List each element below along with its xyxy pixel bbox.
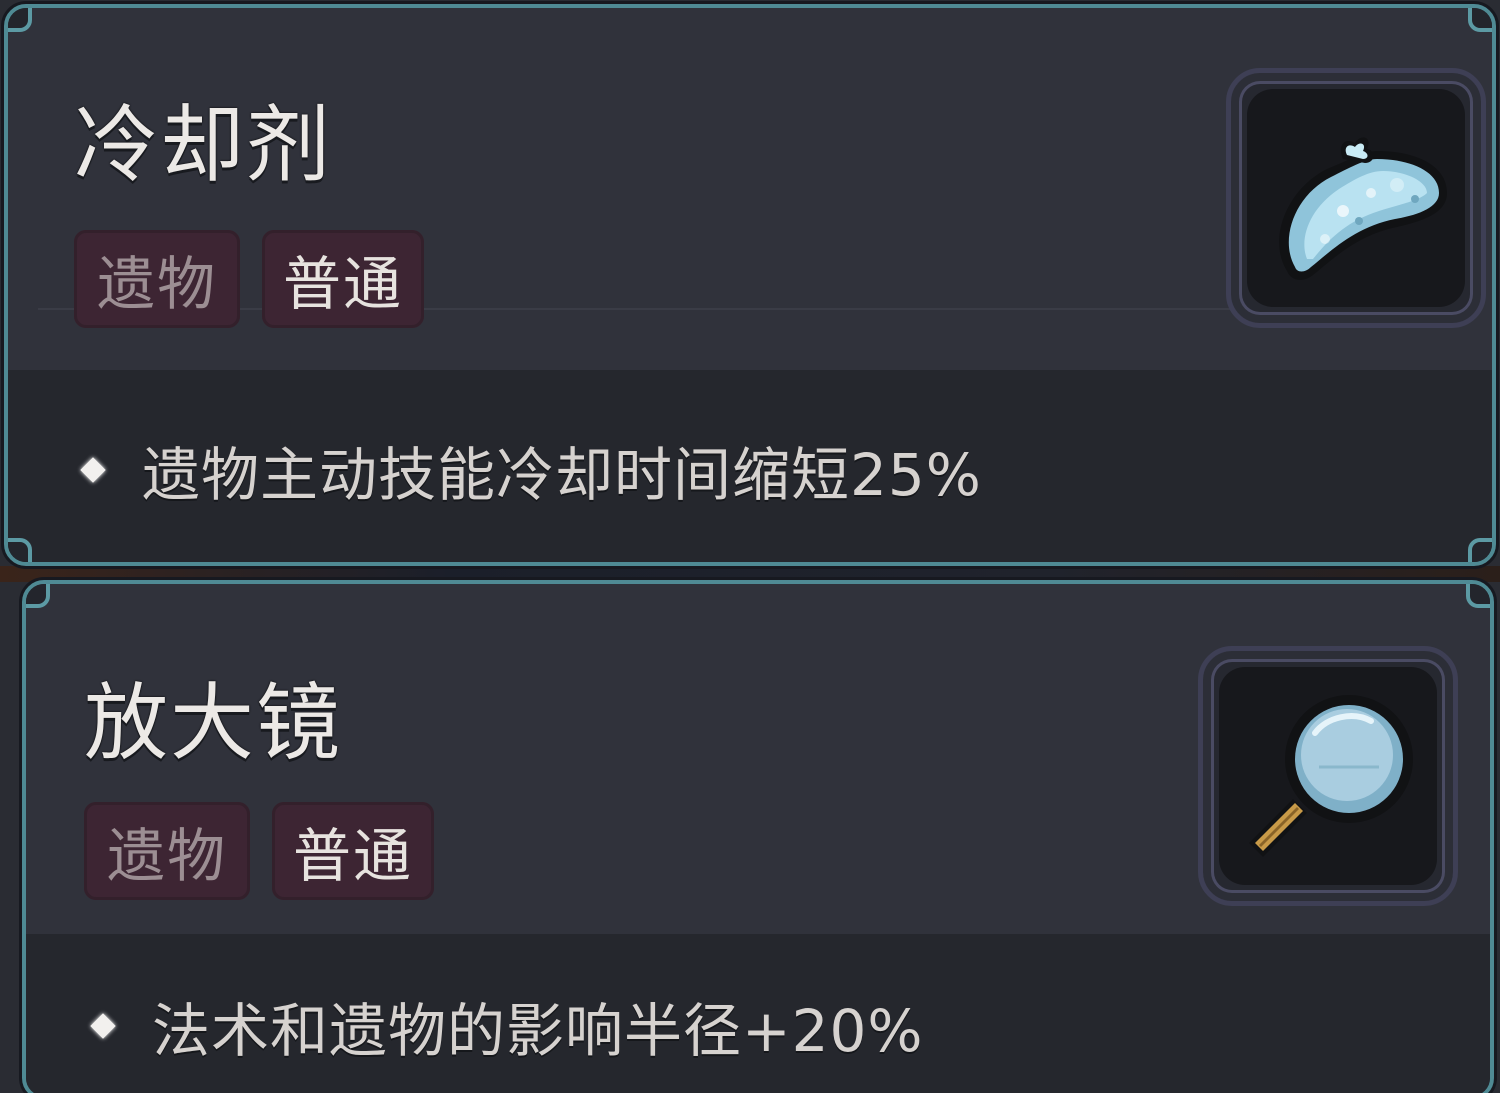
tag-list: 遗物 普通 [84, 802, 434, 900]
tag-type: 遗物 [84, 802, 250, 900]
ice-pack-icon [1247, 89, 1465, 307]
tag-rarity: 普通 [272, 802, 434, 900]
effect-line: 法术和遗物的影响半径+20% [90, 984, 924, 1068]
frame-corner [8, 8, 32, 32]
relic-card-magnifier[interactable]: 放大镜 遗物 普通 法术和遗物的影响半径+20% [22, 580, 1494, 1093]
effect-text: 法术和遗物的影响半径+20% [152, 997, 924, 1065]
effect-section: 法术和遗物的影响半径+20% [26, 934, 1490, 1093]
frame-corner [1468, 8, 1492, 32]
item-title: 冷却剂 [74, 96, 333, 194]
frame-corner [1468, 538, 1492, 562]
frame-corner [8, 538, 32, 562]
effect-line: 遗物主动技能冷却时间缩短25% [80, 428, 982, 512]
bullet-icon [80, 457, 106, 483]
item-title: 放大镜 [84, 674, 343, 772]
frame-corner [1466, 584, 1490, 608]
card-header: 放大镜 遗物 普通 [26, 584, 1490, 934]
magnifying-glass-icon-graphic [1249, 695, 1413, 857]
item-icon-frame [1198, 646, 1458, 906]
ice-pack-icon-graphic [1279, 137, 1447, 280]
magnifying-glass-icon [1219, 667, 1437, 885]
bullet-icon [90, 1013, 116, 1039]
relic-card-coolant[interactable]: 冷却剂 遗物 普通 遗物主动技能冷却时间缩短25% [4, 4, 1496, 566]
item-icon-frame [1226, 68, 1486, 328]
tag-type: 遗物 [74, 230, 240, 328]
tag-rarity: 普通 [262, 230, 424, 328]
effect-text: 遗物主动技能冷却时间缩短25% [142, 441, 982, 509]
effect-section: 遗物主动技能冷却时间缩短25% [8, 370, 1492, 562]
frame-corner [26, 584, 50, 608]
tag-list: 遗物 普通 [74, 230, 424, 328]
card-header: 冷却剂 遗物 普通 [8, 8, 1492, 370]
